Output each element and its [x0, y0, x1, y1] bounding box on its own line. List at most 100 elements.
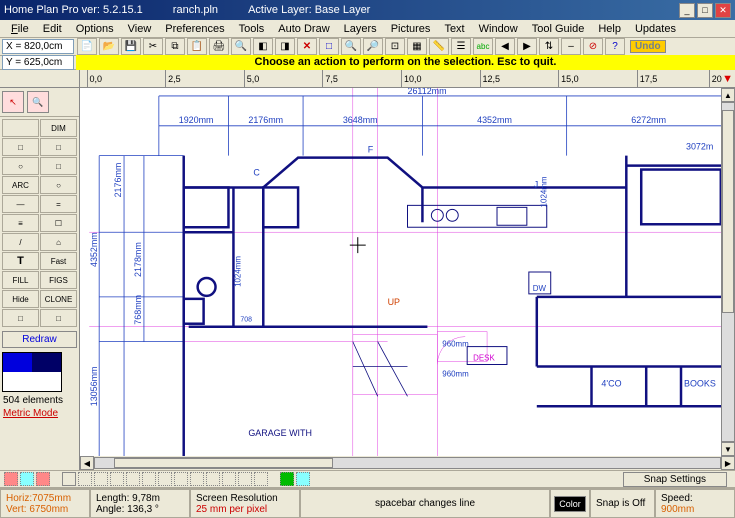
tb-grid[interactable]: ▦ — [407, 38, 427, 55]
tb-print[interactable]: 🖨 — [209, 38, 229, 55]
add-style-icon[interactable] — [280, 472, 294, 486]
menu-edit[interactable]: Edit — [36, 22, 69, 36]
linestyle-9[interactable] — [206, 472, 220, 486]
coord-y[interactable]: Y = 625,0cm — [2, 55, 74, 70]
undo-button[interactable]: Undo — [630, 40, 666, 53]
tool-door[interactable]: ⌂ — [40, 233, 77, 251]
menu-tool-guide[interactable]: Tool Guide — [525, 22, 592, 36]
horizontal-scrollbar[interactable]: ◀ ▶ — [80, 456, 735, 470]
menu-view[interactable]: View — [121, 22, 159, 36]
linestyle-solid[interactable] — [62, 472, 76, 486]
scroll-left-icon[interactable]: ◀ — [80, 456, 94, 470]
scale-handle-icon[interactable] — [20, 472, 34, 486]
tool-fast[interactable]: Fast — [40, 252, 77, 270]
color-selector[interactable] — [2, 352, 62, 392]
linestyle-1[interactable] — [78, 472, 92, 486]
tool-arc[interactable]: ARC — [2, 176, 39, 194]
tb-measure[interactable]: 📏 — [429, 38, 449, 55]
menu-pictures[interactable]: Pictures — [384, 22, 438, 36]
tool-circle1[interactable]: ○ — [2, 157, 39, 175]
tb-zoom-window[interactable]: ⊡ — [385, 38, 405, 55]
zoom-icon[interactable]: 🔍 — [27, 91, 49, 113]
menu-updates[interactable]: Updates — [628, 22, 683, 36]
linestyle-2[interactable] — [94, 472, 108, 486]
tb-misc2[interactable]: ◨ — [275, 38, 295, 55]
linestyle-3[interactable] — [110, 472, 124, 486]
tool-rect3[interactable]: □ — [40, 157, 77, 175]
tool-dim[interactable]: DIM — [40, 119, 77, 137]
tb-dash[interactable]: – — [561, 38, 581, 55]
color-button[interactable]: Color — [554, 496, 586, 512]
scroll-down-icon[interactable]: ▼ — [721, 442, 735, 456]
linestyle-12[interactable] — [254, 472, 268, 486]
tb-back[interactable]: ◀ — [495, 38, 515, 55]
tool-rect2[interactable]: □ — [40, 138, 77, 156]
hscroll-thumb[interactable] — [114, 458, 333, 468]
tb-open[interactable]: 📂 — [99, 38, 119, 55]
close-button[interactable]: ✕ — [715, 3, 731, 18]
tool-text[interactable]: T — [2, 252, 39, 270]
linestyle-10[interactable] — [222, 472, 236, 486]
tb-zoom-out[interactable]: 🔎 — [363, 38, 383, 55]
tb-close-x[interactable]: ✕ — [297, 38, 317, 55]
redraw-button[interactable]: Redraw — [2, 331, 77, 348]
menu-options[interactable]: Options — [69, 22, 121, 36]
maximize-button[interactable]: □ — [697, 3, 713, 18]
menu-text[interactable]: Text — [437, 22, 471, 36]
linestyle-11[interactable] — [238, 472, 252, 486]
minimize-button[interactable]: _ — [679, 3, 695, 18]
menu-tools[interactable]: Tools — [232, 22, 272, 36]
vertical-scrollbar[interactable]: ▲ ▼ — [721, 88, 735, 456]
tb-find[interactable]: 🔍 — [231, 38, 251, 55]
tb-fwd[interactable]: ▶ — [517, 38, 537, 55]
linestyle-7[interactable] — [174, 472, 188, 486]
cursor-tool-icon[interactable]: ↖ — [2, 91, 24, 113]
tool-blank[interactable] — [2, 119, 39, 137]
scroll-up-icon[interactable]: ▲ — [721, 88, 735, 102]
tb-new[interactable]: 📄 — [77, 38, 97, 55]
linestyle-8[interactable] — [190, 472, 204, 486]
scale-down-icon[interactable] — [4, 472, 18, 486]
tb-cut[interactable]: ✂ — [143, 38, 163, 55]
tool-rect1[interactable]: □ — [2, 138, 39, 156]
drawing-canvas[interactable]: 26112mm 1920mm 2176mm 3648mm 4352mm 6272… — [80, 88, 735, 456]
tb-abc[interactable]: abc — [473, 38, 493, 55]
metric-mode-toggle[interactable]: Metric Mode — [0, 407, 79, 420]
tb-incdec[interactable]: ⇅ — [539, 38, 559, 55]
coord-x[interactable]: X = 820,0cm — [2, 39, 74, 54]
tool-circle2[interactable]: ○ — [40, 176, 77, 194]
status-snap[interactable]: Snap is Off — [596, 498, 649, 509]
tb-stop[interactable]: ⊘ — [583, 38, 603, 55]
scroll-right-icon[interactable]: ▶ — [721, 456, 735, 470]
tool-clone[interactable]: CLONE — [40, 290, 77, 308]
tb-zoom-in[interactable]: 🔍 — [341, 38, 361, 55]
menu-layers[interactable]: Layers — [337, 22, 384, 36]
tb-paste[interactable]: 📋 — [187, 38, 207, 55]
tb-box-blue[interactable]: □ — [319, 38, 339, 55]
menu-preferences[interactable]: Preferences — [158, 22, 231, 36]
scale-up-icon[interactable] — [36, 472, 50, 486]
tool-fill[interactable]: FILL — [2, 271, 39, 289]
linestyle-5[interactable] — [142, 472, 156, 486]
tool-diag[interactable]: / — [2, 233, 39, 251]
menu-file[interactable]: File — [4, 22, 36, 36]
tb-layers[interactable]: ☰ — [451, 38, 471, 55]
menu-auto-draw[interactable]: Auto Draw — [271, 22, 336, 36]
tb-help[interactable]: ? — [605, 38, 625, 55]
tool-hide[interactable]: Hide — [2, 290, 39, 308]
linestyle-4[interactable] — [126, 472, 140, 486]
tool-window[interactable]: ☐ — [40, 214, 77, 232]
tool-double-line[interactable]: = — [40, 195, 77, 213]
tool-line[interactable]: — — [2, 195, 39, 213]
tool-figs[interactable]: FIGS — [40, 271, 77, 289]
tb-copy[interactable]: ⧉ — [165, 38, 185, 55]
remove-style-icon[interactable] — [296, 472, 310, 486]
tool-extra2[interactable]: □ — [40, 309, 77, 327]
tool-extra1[interactable]: □ — [2, 309, 39, 327]
menu-window[interactable]: Window — [472, 22, 525, 36]
tool-wall[interactable]: ≡ — [2, 214, 39, 232]
tb-misc1[interactable]: ◧ — [253, 38, 273, 55]
snap-settings-button[interactable]: Snap Settings — [623, 472, 727, 487]
menu-help[interactable]: Help — [591, 22, 628, 36]
vscroll-thumb[interactable] — [722, 110, 734, 313]
